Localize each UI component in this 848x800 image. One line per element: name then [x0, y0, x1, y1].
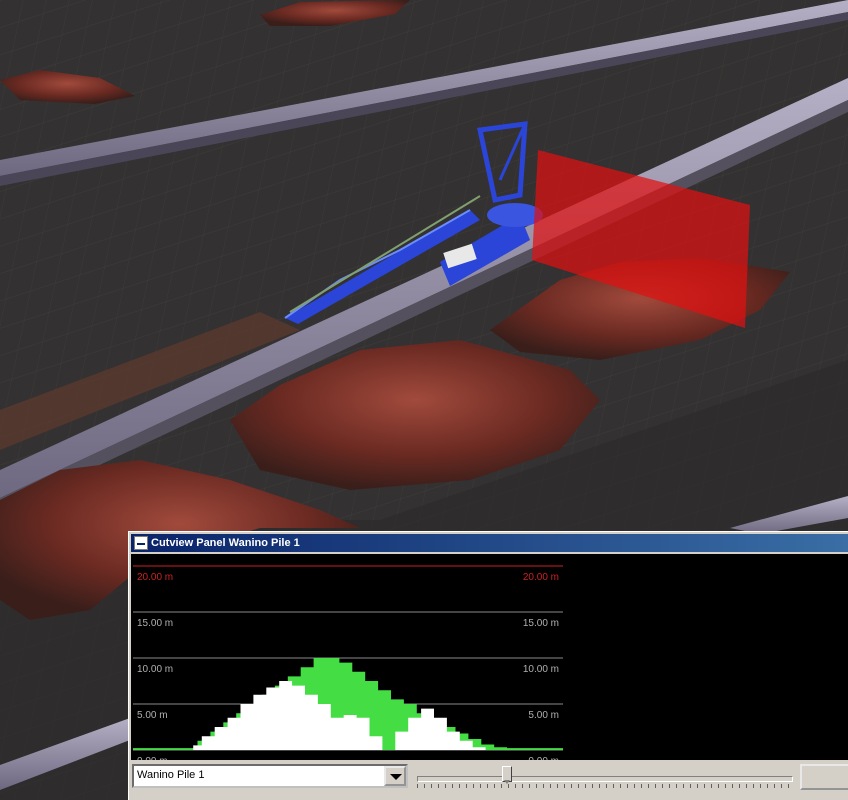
y-tick-label-left: 0.00 m: [137, 756, 168, 760]
cutview-plot-area: 0.00 m 0.00 m 5.00 m 5.00 m 10.00 m 10.00 m 15…: [131, 554, 848, 760]
y-tick-label-left: 5.00 m: [137, 710, 168, 721]
pile-select-value: Wanino Pile 1: [137, 769, 205, 781]
y-tick-label-right: 0.00 m: [528, 756, 559, 760]
slider-thumb[interactable]: [502, 766, 513, 784]
y-tick-label-right: 20.00 m: [523, 572, 559, 583]
chevron-down-icon: [390, 774, 402, 780]
y-tick-label-right: 5.00 m: [528, 710, 559, 721]
cutview-title-bar[interactable]: Cutview Panel Wanino Pile 1: [131, 534, 848, 552]
window-title: Cutview Panel Wanino Pile 1: [151, 537, 300, 549]
y-tick-label-right: 10.00 m: [523, 664, 559, 675]
y-tick-label-left: 10.00 m: [137, 664, 173, 675]
panel-action-button[interactable]: [800, 764, 848, 790]
cut-position-slider[interactable]: [415, 764, 795, 790]
cutview-chart: 0.00 m 0.00 m 5.00 m 5.00 m 10.00 m 10.00 m 15…: [133, 565, 563, 760]
slider-track: [417, 776, 793, 782]
pile-select[interactable]: Wanino Pile 1: [132, 764, 408, 788]
y-tick-label-left: 15.00 m: [137, 618, 173, 629]
y-tick-label-left: 20.00 m: [137, 572, 173, 583]
pile-select-dropdown-button[interactable]: [384, 766, 406, 786]
cutview-controls: Wanino Pile 1: [131, 762, 848, 799]
y-tick-label-right: 15.00 m: [523, 618, 559, 629]
slider-ticks: [417, 784, 793, 788]
window-icon: [134, 536, 148, 550]
cutview-panel: Cutview Panel Wanino Pile 1 0.00 m0.00 m…: [128, 531, 848, 800]
